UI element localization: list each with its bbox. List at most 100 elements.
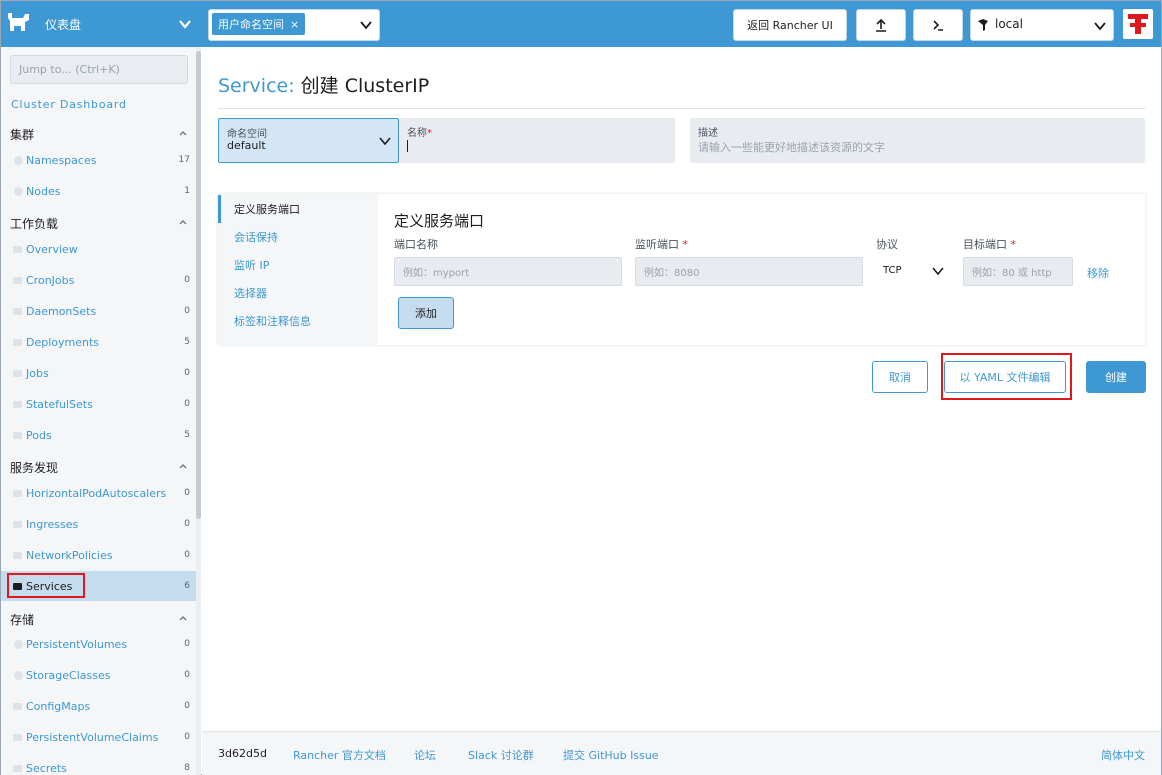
sidebar-item-label: Nodes <box>26 184 61 198</box>
jump-to-input[interactable]: Jump to... (Ctrl+K) <box>10 55 188 84</box>
listen-port-input[interactable]: 例如：8080 <box>635 257 863 286</box>
main-content: Service: 创建 ClusterIP 命名空间 default 名称* 描… <box>202 47 1161 730</box>
nav-group-cluster[interactable]: 集群 <box>10 126 190 143</box>
folder-icon <box>13 582 22 590</box>
create-button[interactable]: 创建 <box>1086 361 1146 393</box>
tab-service-ports[interactable]: 定义服务端口 <box>218 195 378 223</box>
sidebar-item-statefulsets[interactable]: StatefulSets 0 <box>1 389 196 419</box>
sidebar-item-label: Secrets <box>26 761 67 775</box>
sidebar-item-count: 0 <box>184 519 190 529</box>
folder-icon <box>13 764 22 772</box>
nav-group-label: 存储 <box>10 613 35 627</box>
sidebar-item-pvcs[interactable]: PersistentVolumeClaims 0 <box>1 722 196 752</box>
sidebar-item-namespaces[interactable]: Namespaces 17 <box>1 145 196 175</box>
protocol-select[interactable]: TCP <box>883 257 963 286</box>
sidebar-item-services[interactable]: Services 6 <box>1 571 196 601</box>
sidebar-item-persistentvolumes[interactable]: PersistentVolumes 0 <box>1 629 196 659</box>
sidebar-item-count: 0 <box>184 670 190 680</box>
sidebar-item-overview[interactable]: Overview <box>1 234 196 264</box>
folder-icon <box>13 551 22 559</box>
sidebar: Jump to... (Ctrl+K) Cluster Dashboard 集群… <box>1 47 201 775</box>
description-placeholder: 请输入一些能更好地描述该资源的文字 <box>698 141 885 154</box>
cluster-dashboard-link[interactable]: Cluster Dashboard <box>11 98 127 111</box>
namespace-tag[interactable]: 用户命名空间 × <box>212 13 306 35</box>
divider <box>218 108 1145 109</box>
add-port-button[interactable]: 添加 <box>398 297 454 329</box>
sidebar-item-count: 0 <box>184 399 190 409</box>
sidebar-item-daemonsets[interactable]: DaemonSets 0 <box>1 296 196 326</box>
nav-group-storage[interactable]: 存储 <box>10 611 190 628</box>
chevron-up-icon <box>179 131 187 136</box>
col-target-port: 目标端口 * <box>963 236 1016 252</box>
tab-session-affinity[interactable]: 会话保持 <box>218 223 378 251</box>
remove-port-link[interactable]: 移除 <box>1087 265 1109 281</box>
forum-link[interactable]: 论坛 <box>414 747 436 763</box>
sidebar-item-networkpolicies[interactable]: NetworkPolicies 0 <box>1 540 196 570</box>
pin-icon <box>978 19 988 31</box>
language-selector[interactable]: 简体中文 <box>1101 747 1145 763</box>
namespace-select[interactable]: 命名空间 default <box>218 118 399 163</box>
page-title: Service: 创建 ClusterIP <box>218 71 429 98</box>
chevron-down-icon <box>360 21 372 30</box>
sidebar-item-hpa[interactable]: HorizontalPodAutoscalers 0 <box>1 478 196 508</box>
tab-listen-ip[interactable]: 监听 IP <box>218 251 378 279</box>
sidebar-item-jobs[interactable]: Jobs 0 <box>1 358 196 388</box>
top-bar: 仪表盘 用户命名空间 × 返回 Rancher UI local <box>1 1 1161 47</box>
sidebar-item-count: 1 <box>184 186 190 196</box>
scrollbar-thumb[interactable] <box>196 51 201 519</box>
edit-as-yaml-button[interactable]: 以 YAML 文件编辑 <box>944 361 1066 393</box>
tab-labels-annotations[interactable]: 标签和注释信息 <box>218 307 378 335</box>
sidebar-item-label: NetworkPolicies <box>26 548 113 562</box>
sidebar-item-label: Overview <box>26 242 78 256</box>
kubectl-shell-button[interactable] <box>913 9 963 41</box>
folder-icon <box>13 369 22 377</box>
page-title-action: 创建 ClusterIP <box>300 75 430 97</box>
app-title: 仪表盘 <box>45 18 82 32</box>
docs-link[interactable]: Rancher 官方文档 <box>293 747 386 763</box>
app-menu[interactable]: 仪表盘 <box>1 1 201 47</box>
sidebar-scrollbar[interactable] <box>196 47 201 775</box>
sidebar-item-label: PersistentVolumeClaims <box>26 730 159 744</box>
nav-group-workloads[interactable]: 工作负载 <box>10 215 190 232</box>
sidebar-item-secrets[interactable]: Secrets 8 <box>1 753 196 775</box>
cluster-selector[interactable]: local <box>970 9 1114 41</box>
sidebar-item-storageclasses[interactable]: StorageClasses 0 <box>1 660 196 690</box>
user-avatar[interactable] <box>1123 9 1153 39</box>
namespace-filter[interactable]: 用户命名空间 × <box>208 9 380 41</box>
sidebar-item-count: 0 <box>184 368 190 378</box>
page-title-resource[interactable]: Service: <box>218 75 295 97</box>
rancher-cow-logo <box>8 13 29 31</box>
github-issue-link[interactable]: 提交 GitHub Issue <box>563 747 659 763</box>
import-yaml-button[interactable] <box>856 9 906 41</box>
cluster-name: local <box>995 17 1023 31</box>
close-icon[interactable]: × <box>290 18 299 31</box>
sidebar-item-nodes[interactable]: Nodes 1 <box>1 176 196 206</box>
folder-icon <box>13 307 22 315</box>
nav-group-service-discovery[interactable]: 服务发现 <box>10 459 190 476</box>
chevron-down-icon <box>179 20 191 29</box>
back-to-rancher-button[interactable]: 返回 Rancher UI <box>733 9 847 41</box>
target-port-input[interactable]: 例如：80 或 http <box>963 257 1073 286</box>
name-input[interactable]: 名称* <box>399 118 675 163</box>
sidebar-item-count: 0 <box>184 306 190 316</box>
name-label: 名称* <box>407 124 432 139</box>
sidebar-item-pods[interactable]: Pods 5 <box>1 420 196 450</box>
sidebar-item-configmaps[interactable]: ConfigMaps 0 <box>1 691 196 721</box>
folder-icon <box>13 431 22 439</box>
cancel-button[interactable]: 取消 <box>872 361 928 393</box>
tab-selectors[interactable]: 选择器 <box>218 279 378 307</box>
sidebar-item-deployments[interactable]: Deployments 5 <box>1 327 196 357</box>
slack-link[interactable]: Slack 讨论群 <box>468 747 534 763</box>
description-input[interactable]: 描述 请输入一些能更好地描述该资源的文字 <box>690 118 1145 163</box>
resource-dot-icon <box>14 670 23 680</box>
sidebar-item-cronjobs[interactable]: CronJobs 0 <box>1 265 196 295</box>
col-protocol: 协议 <box>876 238 898 251</box>
port-name-input[interactable]: 例如：myport <box>394 257 622 286</box>
folder-icon <box>13 400 22 408</box>
footer: 3d62d5d Rancher 官方文档 论坛 Slack 讨论群 提交 Git… <box>202 731 1161 775</box>
col-port-name: 端口名称 <box>394 238 438 251</box>
service-config-card: 定义服务端口 会话保持 监听 IP 选择器 标签和注释信息 定义服务端口 端口名… <box>218 194 1145 345</box>
sidebar-item-ingresses[interactable]: Ingresses 0 <box>1 509 196 539</box>
sidebar-item-count: 6 <box>184 581 190 591</box>
avatar-icon <box>1128 14 1148 34</box>
